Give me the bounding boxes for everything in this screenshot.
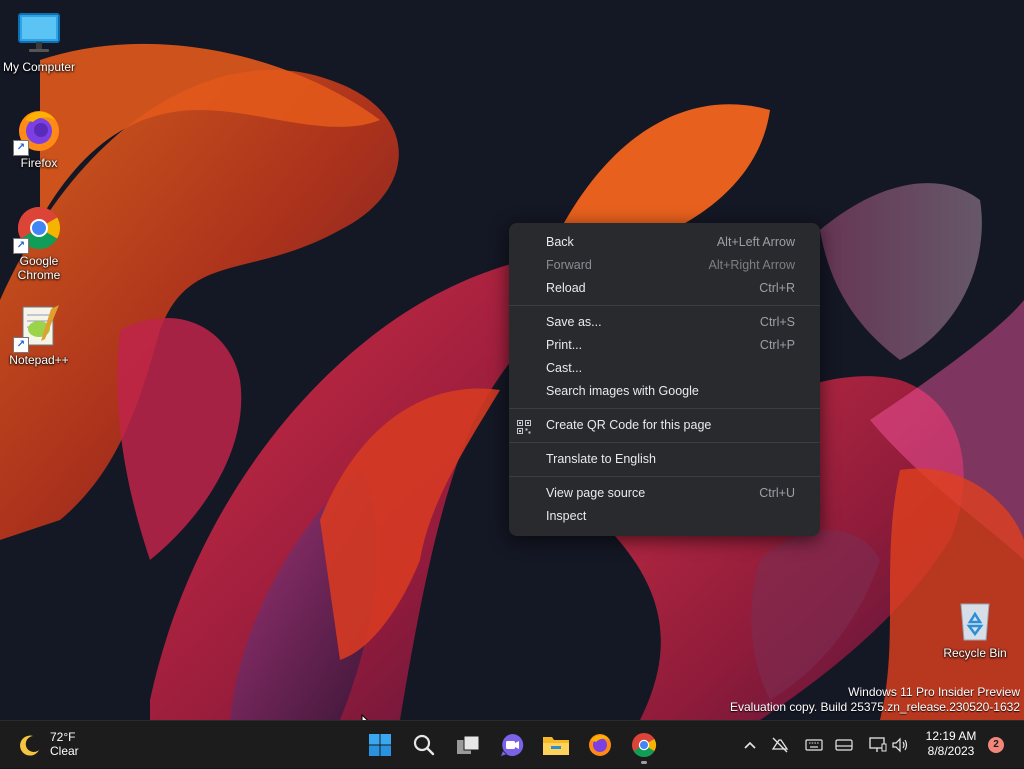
menu-item-back[interactable]: Back Alt+Left Arrow: [509, 231, 820, 254]
menu-item-label: Create QR Code for this page: [546, 418, 712, 432]
menu-item-label: Translate to English: [546, 452, 657, 466]
menu-separator: [509, 305, 820, 306]
monitor-icon: [15, 10, 63, 58]
menu-item-search-images[interactable]: Search images with Google: [509, 380, 820, 403]
weather-temperature: 72°F: [50, 730, 76, 744]
menu-item-cast[interactable]: Cast...: [509, 357, 820, 380]
desktop-icon-label: Firefox: [20, 156, 58, 170]
menu-separator: [509, 408, 820, 409]
menu-item-shortcut: Alt+Right Arrow: [708, 258, 796, 272]
keyboard-icon[interactable]: [804, 735, 824, 755]
menu-item-label: Cast...: [546, 361, 583, 375]
menu-item-label: Reload: [546, 281, 586, 295]
search-button[interactable]: [404, 725, 444, 765]
browser-context-menu: Back Alt+Left Arrow Forward Alt+Right Ar…: [509, 223, 820, 536]
windows-watermark: Windows 11 Pro Insider Preview Evaluatio…: [730, 685, 1020, 715]
shortcut-arrow-icon: ↗: [13, 337, 29, 353]
menu-item-view-source[interactable]: View page source Ctrl+U: [509, 482, 820, 505]
display-icon[interactable]: [868, 735, 888, 755]
menu-separator: [509, 476, 820, 477]
watermark-line: Evaluation copy. Build 25375.zn_release.…: [730, 700, 1020, 714]
menu-item-create-qr-code[interactable]: Create QR Code for this page: [509, 414, 820, 437]
volume-icon[interactable]: [890, 735, 910, 755]
task-view-button[interactable]: [448, 725, 488, 765]
desktop-icon-label: Google: [19, 254, 59, 268]
menu-item-label: Inspect: [546, 509, 587, 523]
qr-code-icon: [517, 419, 531, 434]
running-indicator: [641, 761, 647, 764]
desktop-icon-recycle-bin[interactable]: Recycle Bin: [936, 596, 1014, 660]
menu-item-shortcut: Ctrl+U: [759, 486, 795, 500]
menu-item-label: Search images with Google: [546, 384, 699, 398]
desktop-icon-google-chrome[interactable]: ↗ Google Chrome: [0, 204, 78, 282]
desktop-icon-label: My Computer: [2, 60, 76, 74]
firefox-icon: [589, 734, 611, 756]
task-view-icon: [457, 735, 480, 754]
clock-date: 8/8/2023: [927, 744, 975, 758]
shortcut-arrow-icon: ↗: [13, 140, 29, 156]
menu-item-reload[interactable]: Reload Ctrl+R: [509, 277, 820, 300]
desktop-icon-label: Chrome: [17, 268, 61, 282]
network-off-icon[interactable]: [770, 735, 790, 755]
menu-item-label: Print...: [546, 338, 583, 352]
menu-item-print[interactable]: Print... Ctrl+P: [509, 334, 820, 357]
menu-item-forward[interactable]: Forward Alt+Right Arrow: [509, 254, 820, 277]
weather-condition: Clear: [50, 744, 79, 758]
start-button[interactable]: [360, 725, 400, 765]
search-icon: [413, 734, 435, 756]
desktop-icon-label: Recycle Bin: [943, 646, 1007, 660]
chat-button[interactable]: [492, 725, 532, 765]
chrome-taskbar-button[interactable]: [624, 725, 664, 765]
menu-item-shortcut: Ctrl+S: [759, 315, 795, 329]
menu-item-shortcut: Ctrl+R: [759, 281, 795, 295]
taskbar-clock[interactable]: 12:19 AM 8/8/2023: [918, 729, 984, 759]
menu-item-inspect[interactable]: Inspect: [509, 505, 820, 528]
menu-item-shortcut: Alt+Left Arrow: [716, 235, 795, 249]
chevron-up-icon[interactable]: [740, 735, 760, 755]
menu-item-label: Back: [546, 235, 574, 249]
menu-item-label: View page source: [546, 486, 646, 500]
moon-icon: [20, 735, 39, 756]
firefox-taskbar-button[interactable]: [580, 725, 620, 765]
chrome-icon: ↗: [13, 204, 63, 254]
start-icon: [369, 734, 391, 756]
menu-item-shortcut: Ctrl+P: [759, 338, 795, 352]
menu-item-label: Save as...: [546, 315, 602, 329]
menu-item-translate[interactable]: Translate to English: [509, 448, 820, 471]
file-explorer-icon: [543, 737, 569, 755]
menu-item-save-as[interactable]: Save as... Ctrl+S: [509, 311, 820, 334]
notepad-plus-plus-icon: ↗: [13, 303, 63, 353]
taskbar: 72°F Clear 12:19 AM 8/8/2023 2: [0, 720, 1024, 768]
desktop-icon-notepad-plus-plus[interactable]: ↗ Notepad++: [0, 303, 78, 367]
notification-badge[interactable]: 2: [988, 737, 1004, 753]
menu-item-label: Forward: [546, 258, 592, 272]
watermark-line: Windows 11 Pro Insider Preview: [848, 685, 1020, 699]
recycle-bin-icon: [951, 596, 999, 644]
shortcut-arrow-icon: ↗: [13, 238, 29, 254]
chrome-icon: [632, 733, 657, 758]
file-explorer-button[interactable]: [536, 725, 576, 765]
chat-icon: [501, 733, 524, 756]
desktop-icon-firefox[interactable]: ↗ Firefox: [0, 106, 78, 170]
desktop-icon-label: Notepad++: [9, 353, 69, 367]
clock-time: 12:19 AM: [925, 729, 977, 743]
firefox-icon: ↗: [13, 106, 63, 156]
desktop-icon-my-computer[interactable]: My Computer: [0, 10, 78, 74]
touch-keyboard-icon[interactable]: [834, 735, 854, 755]
menu-separator: [509, 442, 820, 443]
